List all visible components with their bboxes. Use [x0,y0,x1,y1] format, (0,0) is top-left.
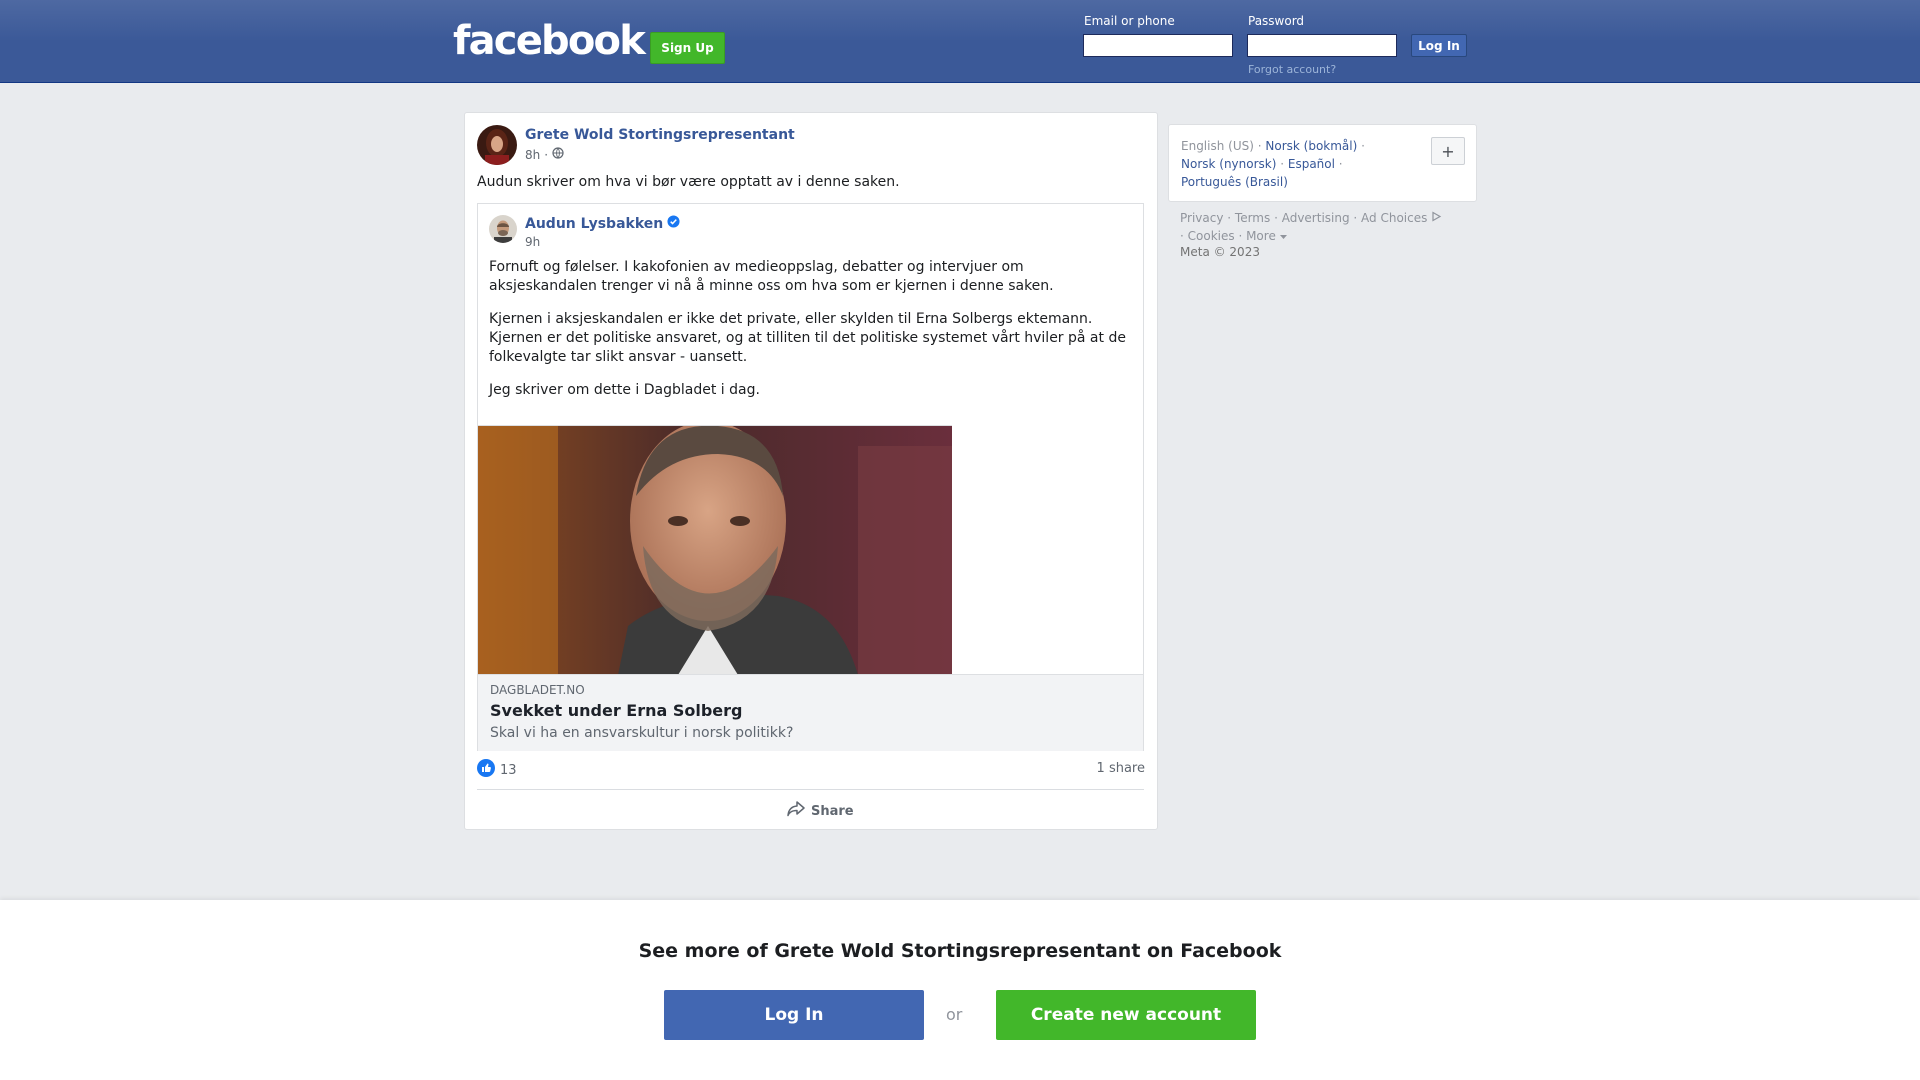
share-label[interactable]: Share [811,804,854,819]
footer-link-ad-choices[interactable]: Ad Choices [1361,211,1427,225]
like-icon [477,759,495,781]
language-list: English (US) · Norsk (bokmål) · Norsk (n… [1181,139,1365,189]
shared-author-name[interactable]: Audun Lysbakken [525,215,680,232]
language-current: English (US) [1181,139,1254,153]
shared-paragraph: Jeg skriver om dette i Dagbladet i dag. [489,382,760,398]
post-text: Audun skriver om hva vi bør være opptatt… [477,174,900,190]
create-account-button[interactable]: Create new account [996,990,1256,1040]
caret-down-icon [1279,229,1287,243]
login-prompt-banner: See more of Grete Wold Stortingsrepresen… [0,900,1920,1080]
share-button[interactable]: Share [787,801,854,821]
share-count[interactable]: 1 share [1097,761,1145,776]
language-option[interactable]: Español [1288,157,1335,171]
author-avatar[interactable] [477,125,517,165]
link-description: Skal vi ha en ansvarskultur i norsk poli… [490,725,794,741]
language-option[interactable]: Português (Brasil) [1181,175,1288,189]
footer-link-advertising[interactable]: Advertising [1282,211,1350,225]
globe-icon [552,147,564,162]
post-meta: 8h · [525,147,564,162]
link-preview-details[interactable]: DAGBLADET.NO Svekket under Erna Solberg … [478,674,1143,751]
banner-or-text: or [946,1005,963,1024]
footer-links: Privacy · Terms · Advertising · Ad Choic… [1180,209,1480,245]
share-icon [787,801,805,821]
shared-post[interactable]: Audun Lysbakken 9h Fornuft og følelser. … [477,203,1144,751]
post-card: Grete Wold Stortingsrepresentant 8h · Au… [464,112,1158,830]
link-preview-image[interactable] [478,425,952,675]
shared-post-body: Fornuft og følelser. I kakofonien av med… [489,258,1129,414]
reaction-summary[interactable]: 13 [477,759,517,781]
language-option[interactable]: Norsk (nynorsk) [1181,157,1276,171]
email-label: Email or phone [1084,14,1175,28]
forgot-account-link[interactable]: Forgot account? [1248,63,1336,76]
banner-title: See more of Grete Wold Stortingsrepresen… [638,940,1282,962]
shared-author-label[interactable]: Audun Lysbakken [525,216,663,232]
email-input[interactable] [1083,34,1233,57]
language-option[interactable]: Norsk (bokmål) [1265,139,1357,153]
footer-link-terms[interactable]: Terms [1235,211,1270,225]
footer-link-privacy[interactable]: Privacy [1180,211,1223,225]
link-domain: DAGBLADET.NO [490,683,585,697]
footer-link-more[interactable]: More [1246,229,1276,243]
shared-post-time[interactable]: 9h [525,235,540,249]
banner-login-button[interactable]: Log In [664,990,924,1040]
add-language-button[interactable]: + [1431,137,1465,165]
facebook-logo[interactable]: facebook [453,18,646,64]
footer-link-cookies[interactable]: Cookies [1188,229,1235,243]
password-input[interactable] [1247,34,1397,57]
action-divider [477,789,1144,790]
meta-separator: · [544,147,549,162]
shared-paragraph: Fornuft og følelser. I kakofonien av med… [489,259,1054,294]
shared-paragraph: Kjernen i aksjeskandalen er ikke det pri… [489,311,1126,365]
verified-badge-icon [667,215,680,232]
password-label: Password [1248,14,1305,28]
sign-up-button[interactable]: Sign Up [650,32,725,64]
language-selector: English (US) · Norsk (bokmål) · Norsk (n… [1168,124,1477,202]
post-time[interactable]: 8h [525,148,540,162]
post-author-name[interactable]: Grete Wold Stortingsrepresentant [525,127,795,143]
top-navigation-bar: facebook Sign Up Email or phone Password… [0,0,1920,83]
header-login-button[interactable]: Log In [1411,34,1467,57]
shared-author-avatar[interactable] [489,215,517,243]
link-title[interactable]: Svekket under Erna Solberg [490,701,743,720]
reaction-count[interactable]: 13 [500,763,517,778]
copyright: Meta © 2023 [1180,245,1260,259]
ad-choices-icon [1431,211,1442,225]
